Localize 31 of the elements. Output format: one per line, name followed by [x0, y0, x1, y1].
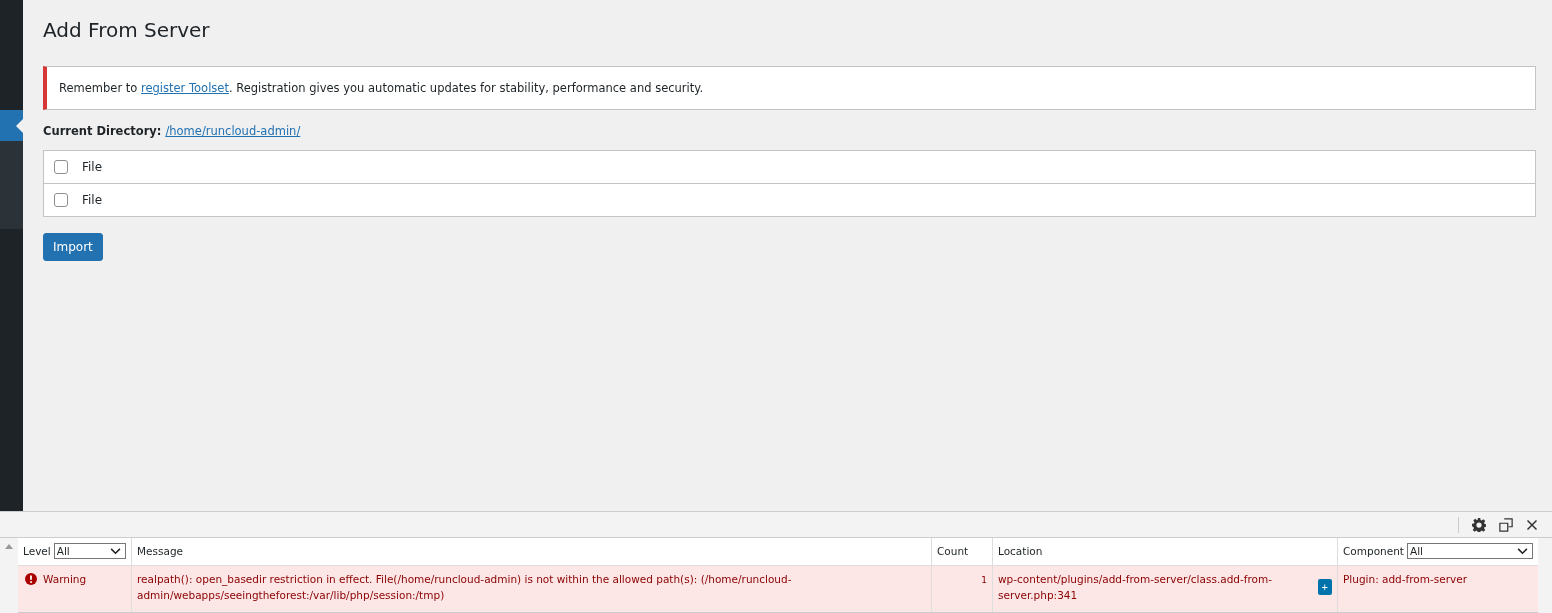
- filter-dropdown[interactable]: All: [1406, 543, 1533, 560]
- column-header: Message: [137, 545, 184, 558]
- close-icon[interactable]: [1526, 518, 1538, 531]
- filter-dropdown[interactable]: All: [53, 543, 126, 560]
- scroll-up-icon[interactable]: [5, 544, 13, 549]
- level-text: Warning: [43, 571, 87, 587]
- notice-text: Remember to register Toolset. Registration gives you automatic updates for stability, performance and security.: [59, 81, 705, 95]
- column-header: Count: [937, 545, 969, 558]
- chevron-down-icon: [1517, 547, 1528, 555]
- checkbox[interactable]: [54, 193, 68, 207]
- active-menu-item[interactable]: [0, 110, 23, 141]
- column-header: Component: [1343, 545, 1404, 558]
- column-header: Location: [998, 545, 1043, 558]
- count-text: 1: [981, 574, 987, 585]
- column-header: Level: [23, 545, 51, 558]
- location-text: wp-content/plugins/add-from-server/class.add-from-server.php:341: [998, 571, 1273, 603]
- expand-button[interactable]: +: [1317, 578, 1332, 595]
- register-link[interactable]: register Toolset: [141, 81, 229, 95]
- checkbox[interactable]: [54, 160, 68, 174]
- file-name: File: [82, 193, 103, 207]
- directory-label: Current Directory:: [43, 124, 162, 138]
- component-text: Plugin: add-from-server: [1343, 572, 1468, 585]
- page-title: Add From Server: [43, 18, 211, 42]
- file-name: File: [82, 160, 103, 174]
- chevron-down-icon: [110, 547, 121, 555]
- error-icon: [25, 572, 37, 585]
- windows-icon[interactable]: [1499, 517, 1513, 532]
- import-button[interactable]: Import: [43, 233, 103, 261]
- message-text: realpath(): open_basedir restriction in effect. File(/home/runcloud-admin) is not within the allowed path(s): (/home/runcloud-admin/webapps/seeingtheforest:/var/lib/php/session:/tmp): [137, 572, 792, 601]
- directory-link[interactable]: /home/runcloud-admin/: [165, 124, 301, 138]
- settings-icon[interactable]: [1472, 517, 1486, 532]
